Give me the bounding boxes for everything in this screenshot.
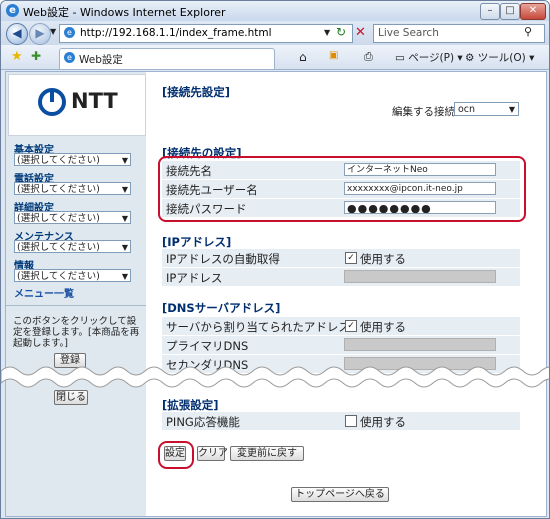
nav-section-detail: 詳細設定 (選択してください) ▼	[6, 198, 146, 226]
set-button[interactable]: 設定	[164, 446, 186, 461]
minimize-button[interactable]: –	[480, 3, 500, 20]
nav-select-info[interactable]: (選択してください) ▼	[14, 269, 131, 282]
add-favorites-icon[interactable]: ✚	[31, 49, 41, 63]
nav-select-maintenance[interactable]: (選択してください) ▼	[14, 240, 131, 253]
ntt-logo-icon	[38, 88, 66, 116]
search-field[interactable]: Live Search ⚲	[373, 24, 545, 43]
main-form: [接続先設定] 編集する接続先 ocn ▼ [接続先の設定] 接続先名 インター…	[154, 72, 544, 516]
clear-button[interactable]: クリア	[197, 446, 228, 461]
print-icon[interactable]: ⎙	[364, 50, 373, 64]
page-menu[interactable]: ▭ ページ(P) ▾	[395, 50, 463, 65]
nav-select-info-value: (選択してください)	[17, 271, 100, 282]
ip-heading: [IPアドレス]	[162, 235, 232, 249]
nav-section-phone: 電話設定 (選択してください) ▼	[6, 169, 146, 197]
nav-section-info: 情報 (選択してください) ▼	[6, 256, 146, 284]
nav-select-basic[interactable]: (選択してください) ▼	[14, 153, 131, 166]
back-button[interactable]: ◀	[6, 23, 28, 45]
register-note: このボタンをクリックして設定を登録します。[本商品を再起動します。]	[13, 316, 140, 349]
favorites-star-icon[interactable]: ★	[11, 49, 23, 64]
search-placeholder: Live Search	[378, 27, 439, 39]
dns-auto-checkbox[interactable]: ✓	[345, 320, 357, 332]
ip-address-row: IPアドレス	[162, 268, 520, 287]
page-icon: e	[64, 27, 75, 38]
edit-target-select[interactable]: ocn ▼	[454, 102, 519, 116]
chevron-down-icon: ▼	[121, 185, 128, 194]
dns-auto-label: サーバから割り当てられたアドレス	[166, 320, 350, 334]
page-menu-icon: ▭	[395, 52, 405, 64]
top-page-button[interactable]: トップページへ戻る	[291, 487, 389, 502]
divider	[6, 305, 146, 306]
page-content: NTT 基本設定 (選択してください) ▼ 電話設定 (選択してください) ▼ 詳細…	[5, 71, 547, 517]
window-title: Web設定 - Windows Internet Explorer	[23, 6, 226, 19]
revert-button[interactable]: 変更前に戻す	[230, 446, 304, 461]
maximize-button[interactable]: □	[500, 3, 520, 20]
connection-highlight	[158, 156, 526, 222]
chevron-down-icon: ▼	[121, 272, 128, 281]
close-page-button[interactable]: 閉じる	[54, 390, 88, 405]
url-field[interactable]: e http://192.168.1.1/index_frame.html ▼ …	[59, 24, 353, 43]
tab-web-settings[interactable]: e Web設定	[59, 48, 275, 69]
ping-row: PING応答機能 使用する	[162, 412, 520, 431]
menu-list-link[interactable]: メニュー一覧	[14, 285, 74, 300]
tools-menu-label: ツール(O)	[477, 52, 526, 64]
browser-window: e Web設定 - Windows Internet Explorer – □ …	[0, 0, 550, 519]
nav-select-phone[interactable]: (選択してください) ▼	[14, 182, 131, 195]
tab-label: Web設定	[79, 54, 123, 66]
ping-checkbox[interactable]	[345, 415, 357, 427]
logo-text: NTT	[71, 89, 118, 113]
chevron-down-icon: ▼	[121, 156, 128, 165]
home-icon[interactable]: ⌂	[299, 50, 307, 64]
nav-select-detail-value: (選択してください)	[17, 213, 100, 224]
chevron-down-icon: ▼	[121, 243, 128, 252]
close-button[interactable]: ✕	[520, 3, 546, 20]
ip-auto-label: IPアドレスの自動取得	[166, 252, 280, 266]
extended-heading: [拡張設定]	[162, 398, 219, 412]
feeds-icon[interactable]: ▣	[329, 50, 338, 61]
history-dropdown-icon[interactable]: ▼	[50, 27, 56, 36]
logo-box: NTT	[8, 74, 146, 136]
sidebar: NTT 基本設定 (選択してください) ▼ 電話設定 (選択してください) ▼ 詳細…	[6, 72, 146, 516]
dns-primary-label: プライマリDNS	[166, 339, 249, 353]
tab-ie-icon: e	[64, 52, 75, 63]
ip-auto-check-label: 使用する	[360, 252, 406, 266]
edit-target-value: ocn	[458, 104, 476, 115]
ip-auto-checkbox[interactable]: ✓	[345, 252, 357, 264]
search-icon[interactable]: ⚲	[524, 25, 532, 38]
dns-auto-row: サーバから割り当てられたアドレス ✓ 使用する	[162, 317, 520, 336]
title-bar: e Web設定 - Windows Internet Explorer – □ …	[1, 1, 549, 21]
ie-logo-icon: e	[6, 4, 19, 17]
dns-heading: [DNSサーバアドレス]	[162, 301, 281, 315]
chevron-down-icon: ▼	[508, 105, 515, 114]
ping-check-label: 使用する	[360, 415, 406, 429]
wavy-break	[1, 366, 549, 388]
dns-primary-row: プライマリDNS	[162, 336, 520, 355]
stop-icon[interactable]: ✕	[355, 25, 366, 40]
ping-label: PING応答機能	[166, 415, 240, 429]
nav-select-detail[interactable]: (選択してください) ▼	[14, 211, 131, 224]
dns-primary-field[interactable]	[344, 338, 496, 351]
ip-address-field[interactable]	[344, 270, 496, 283]
nav-select-basic-value: (選択してください)	[17, 155, 100, 166]
ip-address-label: IPアドレス	[166, 271, 223, 285]
url-text: http://192.168.1.1/index_frame.html	[80, 27, 272, 39]
refresh-icon[interactable]: ↻	[336, 25, 346, 39]
dns-auto-check-label: 使用する	[360, 320, 406, 334]
chevron-down-icon: ▼	[121, 214, 128, 223]
page-title: [接続先設定]	[162, 85, 231, 99]
nav-select-phone-value: (選択してください)	[17, 184, 100, 195]
gear-icon: ⚙	[465, 52, 475, 64]
url-dropdown-icon[interactable]: ▼	[324, 28, 330, 37]
nav-section-maintenance: メンテナンス (選択してください) ▼	[6, 227, 146, 255]
ip-auto-row: IPアドレスの自動取得 ✓ 使用する	[162, 249, 520, 268]
nav-section-basic: 基本設定 (選択してください) ▼	[6, 140, 146, 168]
tools-menu[interactable]: ⚙ ツール(O) ▾	[465, 50, 534, 65]
page-menu-label: ページ(P)	[408, 52, 455, 64]
forward-button[interactable]: ▶	[29, 23, 51, 45]
nav-select-maintenance-value: (選択してください)	[17, 242, 100, 253]
